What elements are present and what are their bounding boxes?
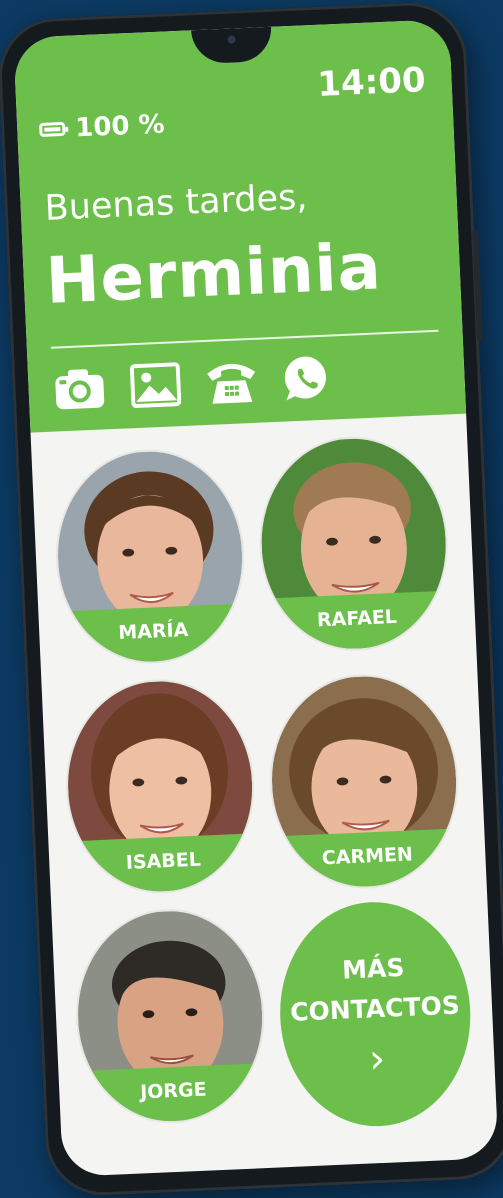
- contact-card-maria[interactable]: MARÍA: [51, 445, 249, 668]
- header: 100 % 14:00 Buenas tardes, Herminia: [13, 19, 467, 433]
- more-contacts-label: CONTACTOS: [289, 990, 461, 1027]
- user-name: Herminia: [44, 230, 384, 319]
- contact-name: MARÍA: [60, 603, 247, 666]
- whatsapp-icon[interactable]: [279, 350, 335, 406]
- contact-card-jorge[interactable]: JORGE: [71, 905, 269, 1128]
- phone-screen: 100 % 14:00 Buenas tardes, Herminia MARÍ…: [13, 19, 499, 1177]
- divider: [50, 329, 439, 349]
- phone-frame: 100 % 14:00 Buenas tardes, Herminia MARÍ…: [0, 0, 503, 1198]
- contact-name: JORGE: [80, 1063, 267, 1126]
- front-camera-icon: [227, 35, 236, 44]
- clock: 14:00: [316, 60, 427, 105]
- contact-name: RAFAEL: [263, 590, 451, 653]
- battery-icon: [39, 121, 66, 137]
- camera-notch: [191, 26, 273, 65]
- battery-status: 100 %: [39, 109, 166, 145]
- chevron-right-icon: ›: [368, 1035, 387, 1083]
- more-contacts-button[interactable]: MÁS CONTACTOS ›: [275, 898, 476, 1131]
- greeting: Buenas tardes,: [43, 177, 309, 229]
- contact-card-isabel[interactable]: ISABEL: [61, 675, 259, 898]
- phone-icon[interactable]: [203, 354, 259, 410]
- contact-card-rafael[interactable]: RAFAEL: [255, 432, 453, 655]
- gallery-icon[interactable]: [127, 357, 183, 413]
- app-shortcuts: [51, 350, 335, 416]
- contacts-grid: MARÍA RAFAEL ISABEL CARMEN JORGE MÁS CON…: [31, 414, 499, 1177]
- battery-level: 100 %: [74, 109, 166, 144]
- camera-icon[interactable]: [51, 360, 107, 416]
- contact-card-carmen[interactable]: CARMEN: [265, 670, 463, 893]
- contact-name: CARMEN: [274, 828, 461, 891]
- more-contacts-label: MÁS: [341, 952, 405, 985]
- contact-name: ISABEL: [70, 833, 257, 896]
- power-button: [472, 229, 483, 341]
